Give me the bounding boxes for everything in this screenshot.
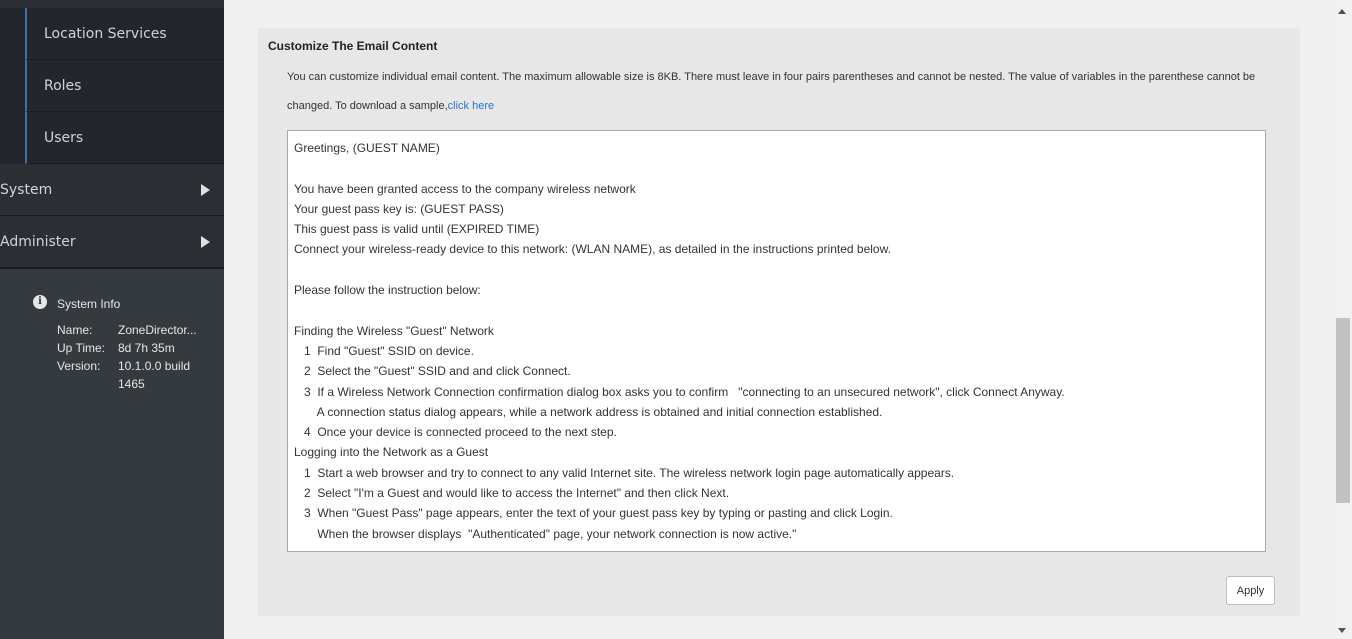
system-info-uptime-value: 8d 7h 35m (118, 341, 175, 355)
system-info-version-value: 10.1.0.0 build (118, 359, 191, 373)
sidebar-item-system[interactable]: System (0, 164, 224, 216)
email-content-line: This guest pass is valid until (EXPIRED … (294, 222, 540, 237)
chevron-right-icon (201, 236, 210, 248)
email-content-line (294, 158, 1259, 178)
system-info-version-label: Version: (57, 359, 101, 373)
panel-description-text: You can customize individual email conte… (287, 71, 1256, 112)
email-content-line: 1 Find "Guest" SSID on device. (294, 343, 474, 358)
email-content-line (294, 260, 1259, 280)
email-content-line: 2 Select the "Guest" SSID and and click … (294, 364, 571, 379)
system-info-name-value: ZoneDirector... (118, 323, 197, 337)
sidebar-indent (0, 8, 25, 60)
sidebar-item-label: Users (44, 130, 84, 146)
email-content-line: Greetings, (GUEST NAME) (294, 141, 440, 155)
panel-title: Customize The Email Content (268, 39, 438, 53)
sidebar-item-label: Roles (44, 78, 82, 94)
email-content-line: 2 Select "I'm a Guest and would like to … (294, 486, 730, 501)
email-content-line: Connect your wireless-ready device to th… (294, 242, 891, 257)
sidebar-item-administer[interactable]: Administer (0, 216, 224, 268)
email-content-line: Please follow the instruction below: (294, 283, 481, 298)
email-content-line: 3 When "Guest Pass" page appears, enter … (294, 506, 893, 521)
sidebar-indent (0, 112, 25, 164)
email-content-editor[interactable]: Greetings, (GUEST NAME) You have been gra… (287, 130, 1266, 552)
info-icon: i (33, 295, 47, 309)
system-info-uptime-label: Up Time: (57, 341, 106, 355)
email-content-line: Your guest pass key is: (GUEST PASS) (294, 201, 504, 216)
email-content-line: 3 If a Wireless Network Connection confi… (294, 384, 1065, 399)
download-sample-link[interactable]: click here (448, 100, 494, 112)
sidebar-item-label: Administer (0, 234, 76, 250)
email-content-line: 1 Start a web browser and try to connect… (294, 465, 955, 480)
system-info-version-build: 1465 (118, 377, 145, 391)
email-content-line: Finding the Wireless "Guest" Network (294, 323, 494, 338)
email-content-line (294, 300, 1259, 320)
email-content-line: 4 Once your device is connected proceed … (294, 425, 617, 440)
sidebar-item-location-services[interactable]: Location Services (25, 8, 224, 60)
scroll-up-icon[interactable] (1338, 9, 1346, 14)
email-content-line: A connection status dialog appears, whil… (294, 404, 883, 419)
system-info-title: System Info (57, 297, 121, 311)
sidebar-indent (0, 60, 25, 112)
apply-button[interactable]: Apply (1226, 576, 1275, 605)
email-content-line: Logging into the Network as a Guest (294, 445, 489, 460)
email-content-line: When the browser displays "Authenticated… (294, 526, 797, 541)
panel-description: You can customize individual email conte… (287, 63, 1287, 121)
chevron-right-icon (201, 184, 210, 196)
system-info-name-label: Name: (57, 323, 93, 337)
sidebar-item-roles[interactable]: Roles (25, 60, 224, 112)
sidebar-item-label: System (0, 182, 53, 198)
scrollbar-thumb[interactable] (1336, 318, 1350, 503)
scroll-down-icon[interactable] (1338, 628, 1346, 633)
sidebar-item-users[interactable]: Users (25, 112, 224, 164)
sidebar-item-label: Location Services (44, 26, 167, 42)
email-content-line: You have been granted access to the comp… (294, 181, 636, 196)
